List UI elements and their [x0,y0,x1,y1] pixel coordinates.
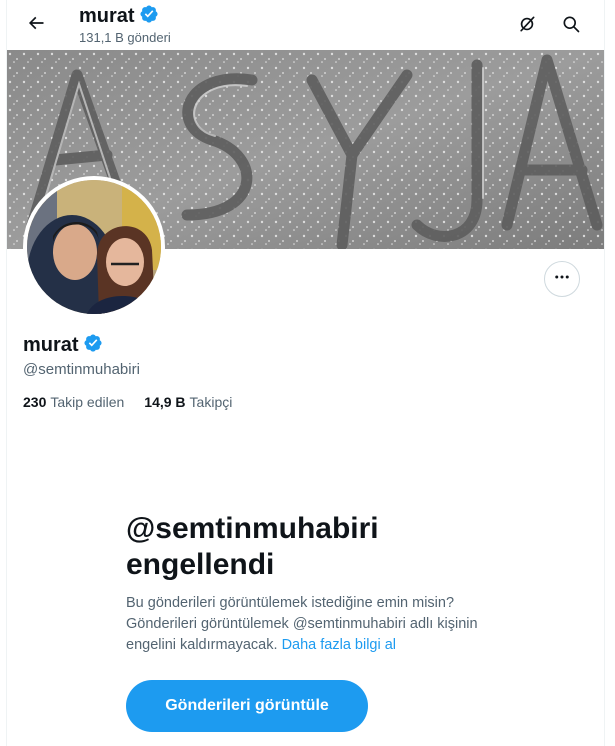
search-icon [561,14,581,39]
followers-link[interactable]: 14,9 B Takipçi [144,394,232,410]
blocked-title: @semtinmuhabiri engellendi [126,511,496,583]
verified-badge-icon [139,4,159,29]
following-link[interactable]: 230 Takip edilen [23,394,124,410]
more-dots-icon [553,268,571,291]
blocked-title-handle: @semtinmuhabiri [126,512,379,545]
verified-badge-icon[interactable] [83,333,103,358]
grok-slash-icon [517,14,537,39]
following-count: 230 [23,394,47,410]
profile-name: murat [23,334,79,356]
top-header: murat 131,1 B gönderi [7,0,604,50]
following-label: Takip edilen [50,394,125,410]
view-posts-button[interactable]: Gönderileri görüntüle [126,680,368,732]
learn-more-link[interactable]: Daha fazla bilgi al [282,637,396,653]
header-name: murat [79,5,135,27]
post-count: 131,1 B gönderi [79,30,171,45]
profile-page: murat 131,1 B gönderi murat @semtinmuhab… [6,0,605,746]
blocked-notice: @semtinmuhabiri engellendi Bu gönderiler… [126,511,496,656]
back-button[interactable] [19,8,53,42]
followers-label: Takipçi [189,394,233,410]
avatar-photo [27,180,161,314]
profile-handle: @semtinmuhabiri [23,361,140,378]
profile-avatar[interactable] [23,176,165,318]
grok-button[interactable] [510,9,544,43]
back-arrow-icon [26,13,46,38]
blocked-title-status: engellendi [126,548,275,581]
header-title: murat [79,4,159,29]
profile-name-row: murat [23,333,103,358]
search-button[interactable] [554,9,588,43]
more-options-button[interactable] [544,261,580,297]
follow-stats: 230 Takip edilen 14,9 B Takipçi [23,394,232,410]
followers-count: 14,9 B [144,394,186,410]
blocked-description: Bu gönderileri görüntülemek istediğine e… [126,593,496,656]
